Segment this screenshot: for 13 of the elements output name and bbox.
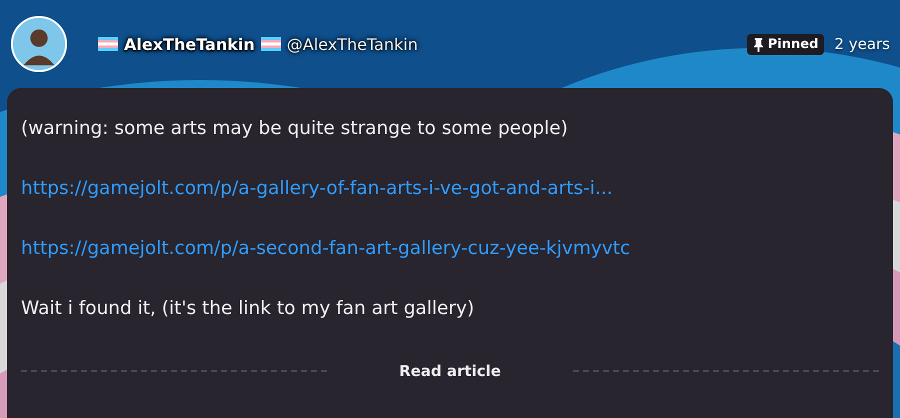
post-text: (warning: some arts may be quite strange to some people): [21, 117, 569, 141]
read-article-button[interactable]: Read article: [339, 356, 561, 386]
pinned-badge: Pinned: [746, 34, 824, 54]
pin-icon: [752, 36, 764, 52]
post-link[interactable]: https://gamejolt.com/p/a-gallery-of-fan-arts-i-ve-got-and-arts-i...: [21, 178, 613, 199]
post-link[interactable]: https://gamejolt.com/p/a-second-fan-art-gallery-cuz-yee-kjvmyvtc: [21, 238, 630, 259]
username[interactable]: @AlexTheTankin: [286, 34, 418, 54]
avatar-icon[interactable]: [10, 15, 68, 73]
flag-icon: [98, 37, 118, 51]
display-name[interactable]: AlexTheTankin: [124, 34, 255, 54]
post-time: 2 years: [834, 35, 890, 53]
post-text: Wait i found it, (it's the link to my fan art gallery): [21, 297, 476, 321]
flag-icon: [260, 37, 281, 51]
